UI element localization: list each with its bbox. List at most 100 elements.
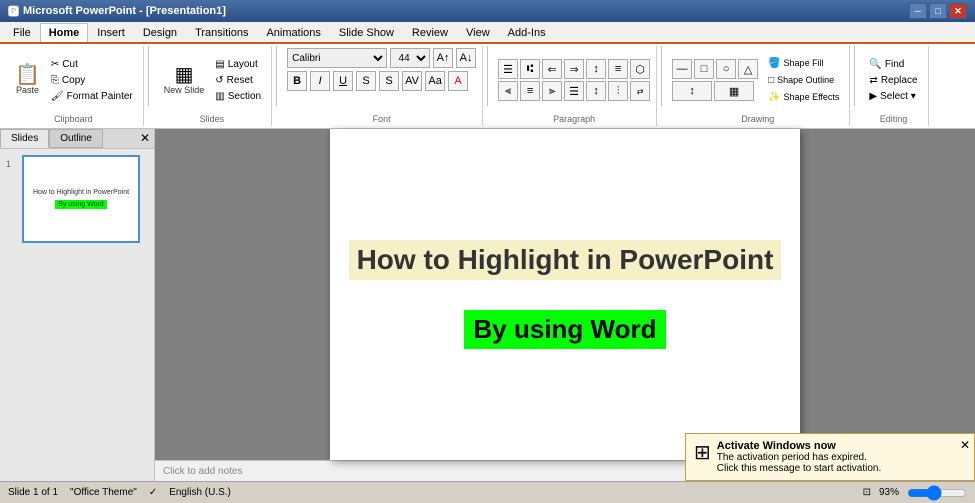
smartart-button[interactable]: ⬡ bbox=[630, 59, 650, 79]
tab-home[interactable]: Home bbox=[40, 23, 89, 42]
decrease-font-button[interactable]: A↓ bbox=[456, 48, 476, 68]
shape-effects-button[interactable]: ✨ Shape Effects bbox=[764, 90, 843, 105]
find-icon: 🔍 bbox=[869, 59, 881, 70]
tab-view[interactable]: View bbox=[457, 23, 499, 42]
minimize-button[interactable]: ─ bbox=[909, 3, 927, 19]
new-slide-icon: ▦ bbox=[175, 65, 194, 85]
arrange-button[interactable]: ↕ bbox=[672, 81, 712, 101]
cut-icon: ✂ bbox=[51, 59, 59, 70]
font-color-button[interactable]: A bbox=[448, 71, 468, 91]
activation-popup: ⊞ Activate Windows now The activation pe… bbox=[685, 433, 975, 481]
select-button[interactable]: ▶ Select ▾ bbox=[865, 89, 921, 104]
font-content: Calibri 44 A↑ A↓ B I U S S AV Aa A bbox=[287, 48, 476, 112]
reset-button[interactable]: ↺ Reset bbox=[211, 73, 265, 88]
font-name-select[interactable]: Calibri bbox=[287, 48, 387, 68]
paragraph-buttons: ☰ ⑆ ⇐ ⇒ ↕ ≡ ⬡ ⫷ ≡ ⫸ ☰ ↕ ⫶ ⇄ bbox=[498, 59, 650, 101]
center-button[interactable]: ≡ bbox=[520, 81, 540, 101]
justify-button[interactable]: ☰ bbox=[564, 81, 584, 101]
drawing-row2: ↕ ▦ bbox=[672, 81, 758, 101]
slide-thumbnails: 1 How to Highlight in PowerPoint By usin… bbox=[0, 149, 154, 481]
section-button[interactable]: ▥ Section bbox=[211, 89, 265, 104]
replace-button[interactable]: ⇄ Replace bbox=[865, 73, 921, 88]
ribbon-group-font: Calibri 44 A↑ A↓ B I U S S AV Aa A Font bbox=[281, 46, 483, 126]
title-bar: 🅿 Microsoft PowerPoint - [Presentation1]… bbox=[0, 0, 975, 22]
tab-file[interactable]: File bbox=[4, 23, 40, 42]
decrease-indent-button[interactable]: ⇐ bbox=[542, 59, 562, 79]
slide-number: 1 bbox=[6, 159, 18, 169]
reset-icon: ↺ bbox=[215, 75, 223, 86]
font-size-select[interactable]: 44 bbox=[390, 48, 430, 68]
ribbon-group-paragraph: ☰ ⑆ ⇐ ⇒ ↕ ≡ ⬡ ⫷ ≡ ⫸ ☰ ↕ ⫶ ⇄ bbox=[492, 46, 657, 126]
paragraph-row2: ⫷ ≡ ⫸ ☰ ↕ ⫶ ⇄ bbox=[498, 81, 650, 101]
cut-button[interactable]: ✂ Cut bbox=[47, 57, 137, 72]
editing-buttons: 🔍 Find ⇄ Replace ▶ Select ▾ bbox=[865, 57, 921, 104]
tab-addins[interactable]: Add-Ins bbox=[499, 23, 555, 42]
strikethrough-button[interactable]: S bbox=[356, 71, 376, 91]
shape1-button[interactable]: — bbox=[672, 59, 692, 79]
slides-tab[interactable]: Slides bbox=[0, 129, 49, 148]
tab-transitions[interactable]: Transitions bbox=[186, 23, 257, 42]
convert-smartart-button[interactable]: ⇄ bbox=[630, 81, 650, 101]
notes-placeholder: Click to add notes bbox=[163, 466, 243, 477]
separator-5 bbox=[854, 46, 855, 106]
line-spacing-button[interactable]: ↕ bbox=[586, 81, 606, 101]
separator-1 bbox=[148, 46, 149, 106]
tab-review[interactable]: Review bbox=[403, 23, 457, 42]
bullets-button[interactable]: ☰ bbox=[498, 59, 518, 79]
windows-icon: ⊞ bbox=[694, 440, 711, 465]
tab-design[interactable]: Design bbox=[134, 23, 186, 42]
slide-canvas[interactable]: How to Highlight in PowerPoint By using … bbox=[330, 129, 800, 460]
ribbon-group-clipboard: 📋 Paste ✂ Cut ⎘ Copy 🖌 Format Painter Cl… bbox=[4, 46, 144, 126]
align-text-button[interactable]: ≡ bbox=[608, 59, 628, 79]
text-direction-button[interactable]: ↕ bbox=[586, 59, 606, 79]
drawing-label: Drawing bbox=[741, 112, 774, 124]
panel-close-button[interactable]: ✕ bbox=[136, 129, 154, 148]
tab-slideshow[interactable]: Slide Show bbox=[330, 23, 403, 42]
activation-title[interactable]: Activate Windows now bbox=[717, 440, 882, 452]
restore-button[interactable]: □ bbox=[929, 3, 947, 19]
slide-info: Slide 1 of 1 bbox=[8, 487, 58, 498]
outline-tab[interactable]: Outline bbox=[49, 129, 103, 148]
main-area: Slides Outline ✕ 1 How to Highlight in P… bbox=[0, 129, 975, 481]
editing-content: 🔍 Find ⇄ Replace ▶ Select ▾ bbox=[865, 48, 921, 112]
slide-1-thumbnail-container: 1 How to Highlight in PowerPoint By usin… bbox=[6, 155, 148, 243]
change-case-button[interactable]: Aa bbox=[425, 71, 445, 91]
new-slide-button[interactable]: ▦ New Slide bbox=[159, 62, 210, 98]
shape4-button[interactable]: △ bbox=[738, 59, 758, 79]
columns-button[interactable]: ⫶ bbox=[608, 81, 628, 101]
shape-outline-button[interactable]: □ Shape Outline bbox=[764, 73, 843, 88]
zoom-slider[interactable] bbox=[907, 485, 967, 501]
copy-button[interactable]: ⎘ Copy bbox=[47, 73, 137, 88]
italic-button[interactable]: I bbox=[310, 71, 330, 91]
underline-button[interactable]: U bbox=[333, 71, 353, 91]
shape-fill-button[interactable]: 🪣 Shape Fill bbox=[764, 56, 843, 71]
slide-subtitle[interactable]: By using Word bbox=[464, 310, 667, 349]
zoom-fit-button[interactable]: ⊡ bbox=[863, 487, 871, 498]
activation-line1: The activation period has expired. bbox=[717, 452, 882, 463]
shape2-button[interactable]: □ bbox=[694, 59, 714, 79]
slide-main-title[interactable]: How to Highlight in PowerPoint bbox=[349, 240, 782, 280]
paste-button[interactable]: 📋 Paste bbox=[10, 62, 45, 98]
align-right-button[interactable]: ⫸ bbox=[542, 81, 562, 101]
format-painter-button[interactable]: 🖌 Format Painter bbox=[47, 89, 137, 104]
shape3-button[interactable]: ○ bbox=[716, 59, 736, 79]
tab-insert[interactable]: Insert bbox=[88, 23, 134, 42]
ribbon-group-slides: ▦ New Slide ▤ Layout ↺ Reset ▥ Section S… bbox=[153, 46, 272, 126]
drawing-row1: — □ ○ △ bbox=[672, 59, 758, 79]
char-spacing-button[interactable]: AV bbox=[402, 71, 422, 91]
increase-font-button[interactable]: A↑ bbox=[433, 48, 453, 68]
bold-button[interactable]: B bbox=[287, 71, 307, 91]
layout-button[interactable]: ▤ Layout bbox=[211, 57, 265, 72]
tab-animations[interactable]: Animations bbox=[257, 23, 329, 42]
slide-1-thumbnail[interactable]: How to Highlight in PowerPoint By using … bbox=[22, 155, 140, 243]
close-button[interactable]: ✕ bbox=[949, 3, 967, 19]
spell-check-icon[interactable]: ✓ bbox=[149, 487, 157, 498]
find-button[interactable]: 🔍 Find bbox=[865, 57, 921, 72]
numbering-button[interactable]: ⑆ bbox=[520, 59, 540, 79]
drawing-right: 🪣 Shape Fill □ Shape Outline ✨ Shape Eff… bbox=[764, 56, 843, 105]
quick-styles-button[interactable]: ▦ bbox=[714, 81, 754, 101]
increase-indent-button[interactable]: ⇒ bbox=[564, 59, 584, 79]
shadow-button[interactable]: S bbox=[379, 71, 399, 91]
align-left-button[interactable]: ⫷ bbox=[498, 81, 518, 101]
activation-close-button[interactable]: ✕ bbox=[960, 438, 970, 452]
